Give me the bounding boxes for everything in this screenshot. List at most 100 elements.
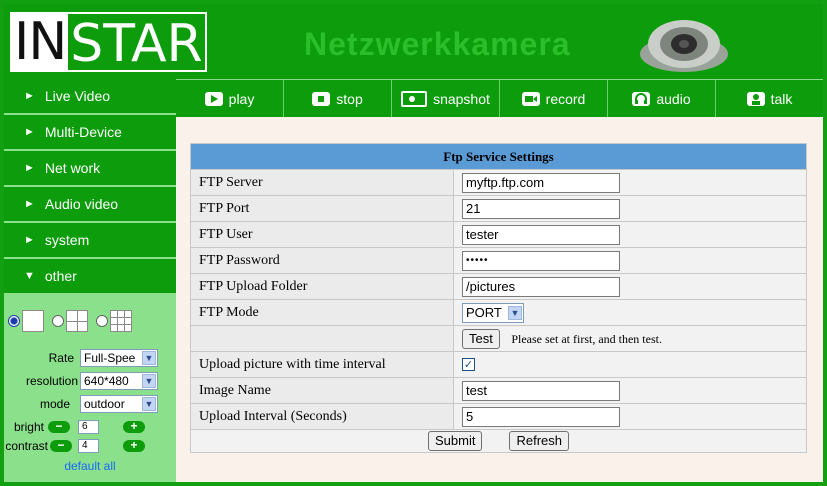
contrast-minus-button[interactable]: − <box>50 439 72 452</box>
table-row: Image Name test <box>190 377 807 404</box>
snapshot-button[interactable]: snapshot <box>391 80 499 118</box>
ftp-user-input[interactable]: tester <box>462 224 620 245</box>
ftp-server-label: FTP Server <box>190 169 454 196</box>
ftp-server-input[interactable]: myftp.ftp.com <box>462 172 620 193</box>
sidebar-item-live-video[interactable]: ► Live Video <box>4 79 176 115</box>
instar-logo: IN STAR <box>10 12 207 74</box>
mode-value: outdoor <box>84 397 125 411</box>
refresh-button[interactable]: Refresh <box>509 431 569 451</box>
sidebar-item-other[interactable]: ▼ other <box>4 259 176 295</box>
resolution-value: 640*480 <box>84 374 129 388</box>
talk-button[interactable]: talk <box>715 80 823 118</box>
ftp-upload-folder-input[interactable]: /pictures <box>462 276 620 297</box>
triangle-down-icon: ▼ <box>24 270 35 282</box>
contrast-label: contrast <box>5 439 48 453</box>
sidebar-item-label: Live Video <box>44 88 111 104</box>
mode-label: mode <box>39 397 70 411</box>
ftp-upload-folder-label: FTP Upload Folder <box>190 273 454 300</box>
table-row: Upload Interval (Seconds) 5 <box>190 403 807 430</box>
triangle-right-icon: ► <box>24 126 35 138</box>
stop-label: stop <box>336 91 363 107</box>
rate-value: Full-Spee <box>84 351 136 365</box>
app-frame: IN STAR Netzwerkkamera play stop snapsho… <box>0 0 827 486</box>
view-layout-selector <box>8 302 172 340</box>
test-button[interactable]: Test <box>462 328 500 349</box>
upload-interval-checkbox[interactable]: ✓ <box>462 357 475 371</box>
dome-camera-image <box>640 20 728 72</box>
bright-value: 6 <box>78 420 99 434</box>
sidebar-item-label: Audio video <box>44 196 119 212</box>
triangle-right-icon: ► <box>24 234 35 246</box>
sidebar-item-multi-device[interactable]: ► Multi-Device <box>4 115 176 151</box>
audio-headphones-icon <box>632 92 651 106</box>
nine-view-icon <box>110 310 132 332</box>
layout-9-radio[interactable] <box>96 315 108 327</box>
table-row: FTP Port 21 <box>190 195 807 222</box>
upload-interval-input[interactable]: 5 <box>462 406 620 427</box>
sidebar-item-audio-video[interactable]: ► Audio video <box>4 187 176 223</box>
table-row: Test Please set at first, and then test. <box>190 325 807 352</box>
triangle-right-icon: ► <box>24 162 35 174</box>
sidebar-item-system[interactable]: ► system <box>4 223 176 259</box>
ftp-mode-value: PORT <box>466 305 502 320</box>
audio-button[interactable]: audio <box>607 80 715 118</box>
main-content: Ftp Service Settings FTP Server myftp.ft… <box>176 117 823 482</box>
ftp-password-input[interactable]: ••••• <box>462 250 620 271</box>
chevron-down-icon: ▼ <box>142 351 156 365</box>
image-name-input[interactable]: test <box>462 380 620 401</box>
record-camera-icon <box>521 92 540 106</box>
ftp-password-label: FTP Password <box>190 247 454 274</box>
table-row: FTP Upload Folder /pictures <box>190 273 807 300</box>
sidebar-item-label: Multi-Device <box>44 124 122 140</box>
test-hint: Please set at first, and then test. <box>511 331 662 346</box>
rate-select[interactable]: Full-Spee ▼ <box>80 349 158 367</box>
table-row: FTP Server myftp.ftp.com <box>190 169 807 196</box>
ftp-mode-select[interactable]: PORT ▼ <box>462 302 524 323</box>
resolution-select[interactable]: 640*480 ▼ <box>80 372 158 390</box>
single-view-icon <box>22 310 44 332</box>
table-row: FTP User tester <box>190 221 807 248</box>
play-label: play <box>228 91 255 107</box>
triangle-right-icon: ► <box>24 198 35 210</box>
bright-minus-button[interactable]: − <box>48 420 70 433</box>
ftp-settings-title: Ftp Service Settings <box>190 143 807 170</box>
stop-button[interactable]: stop <box>283 80 391 118</box>
image-name-label: Image Name <box>190 377 454 404</box>
mode-select[interactable]: outdoor ▼ <box>80 395 158 413</box>
table-row: Upload picture with time interval ✓ <box>190 351 807 378</box>
ftp-user-label: FTP User <box>190 221 454 248</box>
upload-interval-checkbox-label: Upload picture with time interval <box>190 351 454 378</box>
control-toolbar: play stop snapshot record audio talk <box>176 79 823 118</box>
play-button[interactable]: play <box>176 80 283 118</box>
sidebar-item-network[interactable]: ► Net work <box>4 151 176 187</box>
layout-4-radio[interactable] <box>52 315 64 327</box>
bright-label: bright <box>13 420 44 434</box>
talk-person-icon <box>746 92 765 106</box>
logo-in-text: IN <box>10 12 69 72</box>
brand-subtitle: Netzwerkkamera <box>304 26 571 62</box>
contrast-value: 4 <box>78 439 99 453</box>
table-row: FTP Mode PORT ▼ <box>190 299 807 326</box>
ftp-settings-table: Ftp Service Settings FTP Server myftp.ft… <box>190 143 807 453</box>
record-button[interactable]: record <box>499 80 607 118</box>
record-label: record <box>545 91 586 107</box>
snapshot-label: snapshot <box>433 91 490 107</box>
snapshot-icon <box>401 91 428 107</box>
audio-label: audio <box>656 91 691 107</box>
contrast-plus-button[interactable]: + <box>123 439 145 452</box>
resolution-label: resolution <box>25 374 78 388</box>
default-all-link[interactable]: default all <box>4 459 176 473</box>
play-icon <box>204 92 223 106</box>
chevron-down-icon: ▼ <box>142 397 156 411</box>
layout-1-radio[interactable] <box>8 315 20 327</box>
sidebar-item-label: system <box>44 232 90 248</box>
sidebar-item-label: Net work <box>44 160 101 176</box>
submit-button[interactable]: Submit <box>428 431 483 451</box>
rate-label: Rate <box>48 351 74 365</box>
ftp-port-input[interactable]: 21 <box>462 198 620 219</box>
sidebar-item-label: other <box>44 268 77 284</box>
chevron-down-icon: ▼ <box>508 305 522 320</box>
chevron-down-icon: ▼ <box>142 374 156 388</box>
bright-plus-button[interactable]: + <box>123 420 145 433</box>
ftp-mode-label: FTP Mode <box>190 299 454 326</box>
